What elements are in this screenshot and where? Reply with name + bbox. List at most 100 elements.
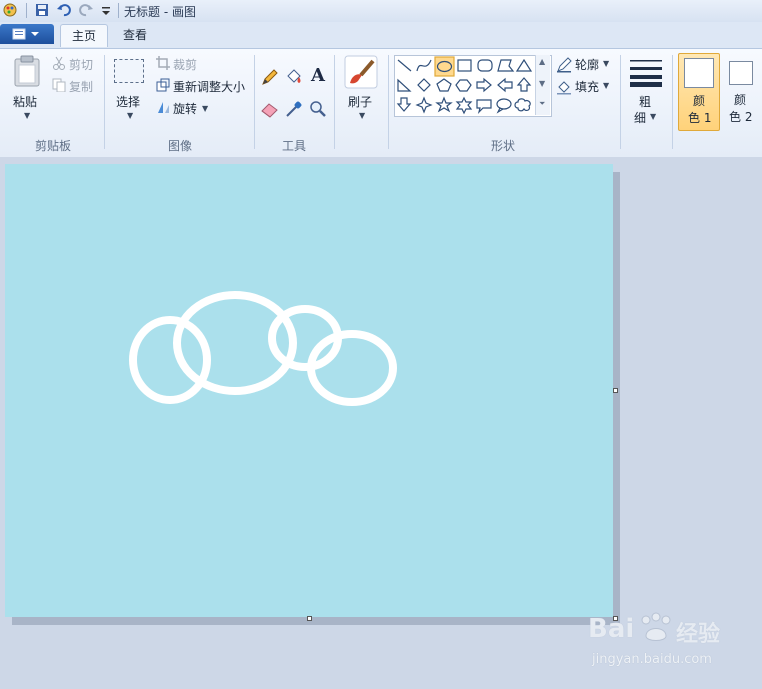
curve-shape-icon[interactable] bbox=[416, 59, 432, 72]
titlebar-separator bbox=[118, 3, 119, 18]
text-tool-icon[interactable]: A bbox=[308, 66, 328, 86]
paste-dropdown-icon[interactable]: ▼ bbox=[24, 111, 30, 120]
rounded-callout-shape-icon[interactable] bbox=[476, 99, 492, 114]
resize-button[interactable]: 重新调整大小 bbox=[173, 78, 245, 95]
copy-icon bbox=[52, 78, 66, 92]
undo-icon[interactable] bbox=[56, 2, 72, 18]
group-divider bbox=[104, 55, 105, 149]
watermark-brand-tail: 经验 bbox=[676, 622, 721, 647]
shapes-group-label: 形状 bbox=[490, 139, 515, 153]
gallery-expand-icon[interactable]: ⏷ bbox=[539, 99, 545, 109]
six-point-star-shape-icon[interactable] bbox=[455, 96, 473, 115]
rounded-rectangle-shape-icon[interactable] bbox=[477, 59, 493, 72]
rotate-button[interactable]: 旋转 bbox=[173, 100, 197, 117]
hexagon-shape-icon[interactable] bbox=[455, 79, 472, 92]
window-title: 无标题 - 画图 bbox=[124, 5, 196, 19]
outline-dropdown-icon[interactable]: ▼ bbox=[603, 59, 609, 68]
scissors-icon bbox=[53, 56, 65, 70]
resize-handle-bottom[interactable] bbox=[307, 616, 312, 621]
outline-button[interactable]: 轮廓 bbox=[575, 56, 599, 73]
four-point-star-shape-icon[interactable] bbox=[415, 96, 433, 114]
save-icon[interactable] bbox=[34, 2, 50, 18]
color2-label-a: 颜 bbox=[734, 93, 747, 107]
baidu-jingyan-watermark: Bai 经验 jingyan.baidu.com bbox=[588, 608, 758, 672]
group-divider bbox=[334, 55, 335, 149]
select-label[interactable]: 选择 bbox=[116, 93, 140, 110]
left-arrow-shape-icon[interactable] bbox=[497, 77, 513, 93]
right-arrow-shape-icon[interactable] bbox=[476, 77, 492, 93]
gallery-scroll-down-icon[interactable]: ▼ bbox=[539, 79, 545, 88]
select-dropdown-icon[interactable]: ▼ bbox=[127, 111, 133, 120]
fill-button[interactable]: 填充 bbox=[575, 78, 599, 95]
paste-label[interactable]: 粘贴 bbox=[13, 93, 37, 110]
color2-swatch bbox=[729, 61, 753, 85]
brushes-label[interactable]: 刷子 bbox=[348, 93, 372, 110]
group-divider bbox=[620, 55, 621, 149]
right-triangle-shape-icon[interactable] bbox=[397, 78, 412, 92]
group-divider bbox=[254, 55, 255, 149]
brush-icon[interactable] bbox=[344, 55, 378, 89]
color-picker-icon[interactable] bbox=[284, 99, 304, 119]
tab-home[interactable]: 主页 bbox=[60, 24, 108, 47]
shapes-grid bbox=[396, 56, 533, 115]
crop-button[interactable]: 裁剪 bbox=[173, 56, 197, 73]
cloud-callout-shape-icon[interactable] bbox=[514, 98, 531, 112]
tools-group-label: 工具 bbox=[281, 139, 306, 153]
ribbon: 粘贴 ▼ 剪切 复制 剪贴板 选择 ▼ 裁剪 重新调整大小 旋转 ▼ 图像 A … bbox=[0, 48, 762, 158]
rotate-dropdown-icon[interactable]: ▼ bbox=[202, 104, 208, 113]
drawing-canvas[interactable] bbox=[5, 164, 613, 617]
fill-bucket-icon[interactable] bbox=[284, 67, 304, 87]
drawn-circle-4 bbox=[307, 330, 397, 406]
tab-view[interactable]: 查看 bbox=[112, 24, 158, 46]
resize-handle-right[interactable] bbox=[613, 388, 618, 393]
paste-icon[interactable] bbox=[12, 55, 42, 87]
color1-button[interactable]: 颜 色 1 bbox=[678, 53, 720, 131]
clipboard-group-label: 剪贴板 bbox=[34, 139, 71, 153]
titlebar-separator bbox=[26, 3, 27, 18]
color1-swatch bbox=[684, 58, 714, 88]
outline-icon bbox=[557, 57, 572, 73]
rectangle-shape-icon[interactable] bbox=[457, 59, 472, 72]
watermark-url: jingyan.baidu.com bbox=[592, 652, 712, 667]
size-dropdown-icon[interactable]: ▼ bbox=[650, 112, 656, 121]
size-label-line1[interactable]: 粗 bbox=[639, 93, 651, 110]
up-arrow-shape-icon[interactable] bbox=[516, 77, 532, 92]
paw-logo-icon bbox=[641, 612, 671, 641]
resize-icon bbox=[156, 78, 170, 92]
redo-icon[interactable] bbox=[78, 2, 94, 18]
pencil-icon[interactable] bbox=[260, 67, 280, 87]
watermark-brand: Bai bbox=[588, 614, 635, 644]
menu-icon bbox=[12, 28, 39, 40]
eraser-icon[interactable] bbox=[260, 99, 280, 119]
copy-button[interactable]: 复制 bbox=[69, 78, 93, 95]
brushes-dropdown-icon[interactable]: ▼ bbox=[359, 111, 365, 120]
crop-icon bbox=[156, 56, 170, 70]
magnifier-icon[interactable] bbox=[308, 99, 328, 119]
triangle-shape-icon[interactable] bbox=[515, 58, 533, 72]
pentagon-shape-icon[interactable] bbox=[436, 78, 452, 92]
color1-label-a: 颜 bbox=[693, 94, 706, 108]
group-divider bbox=[388, 55, 389, 149]
customize-quick-access-icon[interactable] bbox=[98, 2, 114, 18]
line-shape-icon[interactable] bbox=[397, 59, 412, 72]
size-label-line2[interactable]: 细 bbox=[634, 109, 646, 126]
select-icon[interactable] bbox=[114, 59, 144, 83]
gallery-scroll-up-icon[interactable]: ▲ bbox=[539, 57, 545, 66]
image-group-label: 图像 bbox=[167, 139, 192, 153]
down-arrow-shape-icon[interactable] bbox=[396, 97, 412, 112]
polygon-shape-icon[interactable] bbox=[497, 59, 515, 72]
five-point-star-shape-icon[interactable] bbox=[435, 96, 453, 113]
shapes-gallery-scrollbar[interactable]: ▲ ▼ ⏷ bbox=[535, 55, 550, 115]
oval-callout-shape-icon[interactable] bbox=[496, 98, 512, 114]
fill-dropdown-icon[interactable]: ▼ bbox=[603, 81, 609, 90]
cut-button[interactable]: 剪切 bbox=[69, 56, 93, 73]
group-divider bbox=[672, 55, 673, 149]
paint-menu-button[interactable] bbox=[0, 24, 54, 44]
color2-label-b: 色 2 bbox=[729, 110, 753, 124]
line-width-icon[interactable] bbox=[628, 57, 664, 87]
rotate-icon bbox=[158, 102, 169, 113]
color2-button[interactable]: 颜 色 2 bbox=[722, 53, 762, 131]
paint-app-icon[interactable] bbox=[2, 2, 18, 18]
diamond-shape-icon[interactable] bbox=[417, 78, 431, 92]
ribbon-tab-row: 主页 查看 bbox=[0, 22, 762, 48]
